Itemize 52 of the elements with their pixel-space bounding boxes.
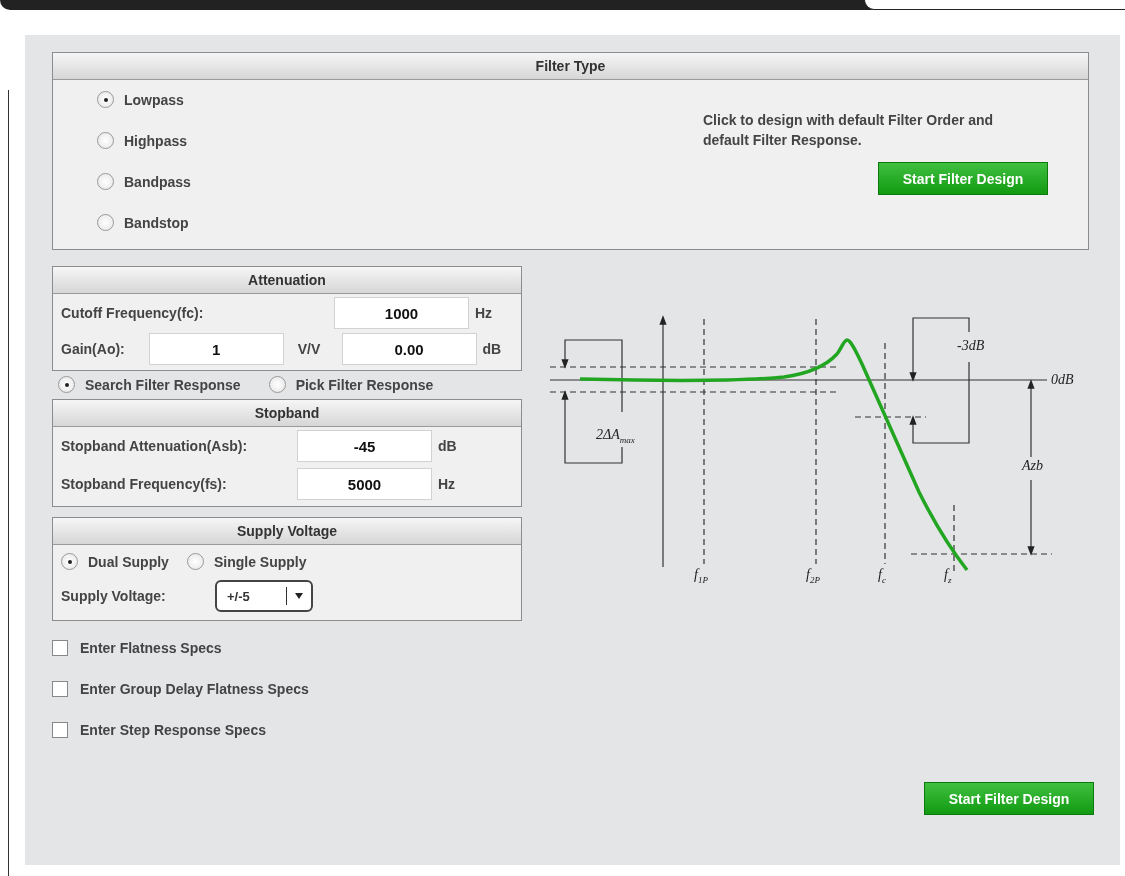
checkbox-label: Enter Step Response Specs [80, 722, 266, 738]
field-label: Gain(Ao): [61, 341, 126, 357]
frequency-label: f$_{2P}$ [806, 568, 820, 585]
radio-label: Lowpass [124, 91, 184, 108]
input-field[interactable]: -45 [297, 430, 432, 462]
unit-label: dB [438, 438, 457, 454]
checkbox[interactable] [52, 640, 68, 656]
panel-title: Filter Type [53, 53, 1088, 80]
input-field[interactable]: 1 [148, 333, 284, 365]
radio-label: Bandpass [124, 173, 191, 190]
supply-voltage-dropdown[interactable]: +/-5 [215, 580, 313, 612]
checkbox[interactable] [52, 722, 68, 738]
hint-text: Click to design with default Filter Order and default Filter Response. [703, 111, 995, 150]
radio-label: Single Supply [213, 553, 307, 570]
input-field[interactable]: 5000 [297, 468, 432, 500]
field-label: Cutoff Frequency(fc): [61, 305, 204, 321]
frequency-label: f$_{z}$ [944, 568, 952, 585]
frequency-label: f$_{c}$ [878, 568, 886, 585]
radio-label: Dual Supply [88, 553, 169, 570]
unit-label: Hz [475, 305, 494, 321]
zero-db-label: 0dB [1051, 373, 1074, 387]
field-label: Stopband Attenuation(Asb): [61, 438, 249, 454]
panel-title: Stopband [53, 400, 521, 427]
panel-title: Attenuation [53, 267, 521, 294]
stopband-attenuation-label: Azb [1022, 459, 1043, 473]
field-label: Supply Voltage: [61, 588, 167, 604]
unit-label: V/V [297, 341, 322, 357]
radio-button[interactable] [97, 173, 114, 190]
radio-label: Search Filter Response [85, 376, 241, 393]
radio-button[interactable] [97, 214, 114, 231]
radio-label: Highpass [124, 132, 187, 149]
radio-button[interactable] [61, 553, 78, 570]
radio-button[interactable] [58, 376, 75, 393]
field-label: Stopband Frequency(fs): [61, 476, 228, 492]
frequency-label: f$_{1P}$ [694, 568, 708, 585]
attenuation-label: -3dB [957, 339, 985, 353]
radio-button[interactable] [97, 91, 114, 108]
radio-button[interactable] [186, 553, 204, 570]
radio-label: Pick Filter Response [295, 376, 434, 393]
unit-label: dB [482, 341, 503, 357]
checkbox-label: Enter Flatness Specs [80, 640, 222, 656]
max-deviation-label: 2ΔA$_{max}$ [596, 428, 635, 445]
input-field[interactable]: 1000 [334, 297, 469, 329]
input-field[interactable]: 0.00 [341, 333, 477, 365]
radio-label: Bandstop [124, 214, 189, 231]
panel-title: Supply Voltage [53, 518, 521, 545]
radio-button[interactable] [97, 132, 114, 149]
checkbox[interactable] [52, 681, 68, 697]
unit-label: Hz [438, 476, 456, 492]
checkbox-label: Enter Group Delay Flatness Specs [80, 681, 309, 697]
radio-button[interactable] [268, 376, 286, 393]
caret-icon [295, 593, 303, 599]
